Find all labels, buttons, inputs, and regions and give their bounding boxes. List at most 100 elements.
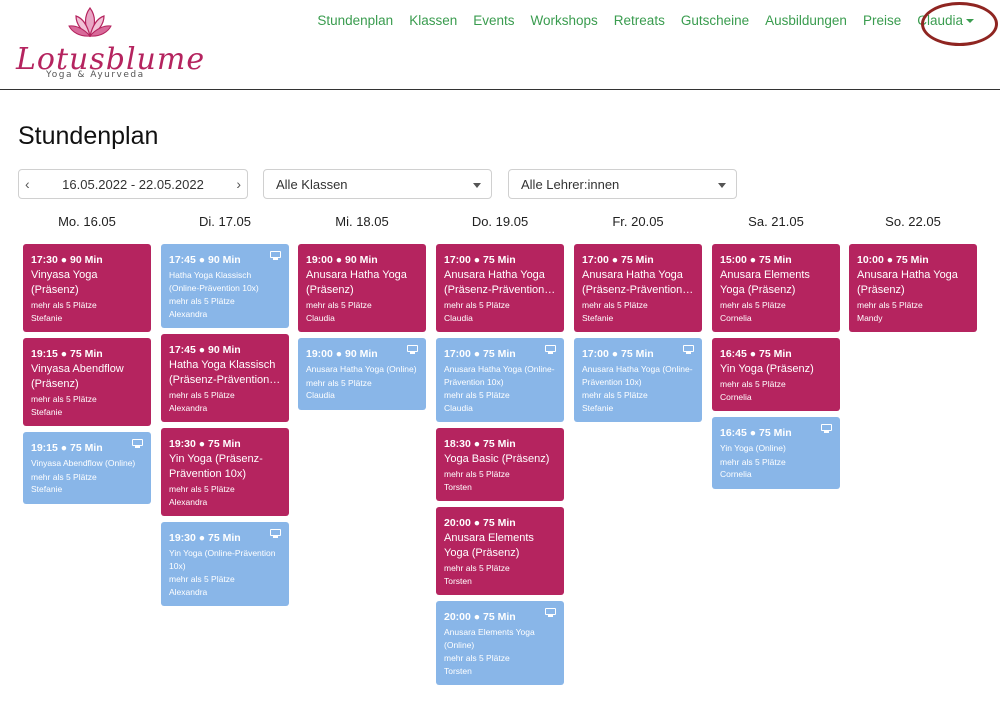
date-range-value: 16.05.2022 - 22.05.2022 xyxy=(62,177,204,192)
nav-gutscheine[interactable]: Gutscheine xyxy=(673,12,757,30)
date-range-picker[interactable]: ‹ 16.05.2022 - 22.05.2022 › xyxy=(18,169,248,199)
class-teacher: Alexandra xyxy=(169,496,208,507)
lotus-icon xyxy=(68,6,112,38)
class-teacher: Claudia xyxy=(444,402,473,413)
class-time: 19:30 ● 75 Min xyxy=(169,532,241,544)
class-name: Vinyasa Abendflow (Präsenz) xyxy=(31,363,124,390)
nav-preise[interactable]: Preise xyxy=(855,12,909,30)
class-name: Vinyasa Yoga (Präsenz) xyxy=(31,269,98,296)
class-teacher: Mandy xyxy=(857,312,883,323)
caret-down-icon xyxy=(473,183,481,188)
nav-events[interactable]: Events xyxy=(465,12,522,30)
class-time: 19:15 ● 75 Min xyxy=(31,348,103,360)
class-card-presence[interactable]: 19:00 ● 90 Min Anusara Hatha Yoga (Präsen… xyxy=(298,244,426,332)
class-card-online[interactable]: 19:00 ● 90 Min Anusara Hatha Yoga (Online… xyxy=(298,338,426,410)
class-slots: mehr als 5 Plätze xyxy=(582,300,648,310)
class-name: Anusara Hatha Yoga (Präsenz-Prävention… xyxy=(582,269,694,296)
class-time: 15:00 ● 75 Min xyxy=(720,254,792,266)
class-card-presence[interactable]: 19:30 ● 75 Min Yin Yoga (Präsenz-Präventi… xyxy=(161,428,289,516)
class-card-presence[interactable]: 10:00 ● 75 Min Anusara Hatha Yoga (Präsen… xyxy=(849,244,977,332)
class-card-presence[interactable]: 16:45 ● 75 Min Yin Yoga (Präsenz) mehr als… xyxy=(712,338,840,411)
class-name: Anusara Elements Yoga (Präsenz) xyxy=(720,269,810,296)
class-teacher: Alexandra xyxy=(169,586,208,597)
class-card-presence[interactable]: 20:00 ● 75 Min Anusara Elements Yoga (Prä… xyxy=(436,507,564,595)
class-slots: mehr als 5 Plätze xyxy=(31,394,97,404)
class-time: 16:45 ● 75 Min xyxy=(720,348,792,360)
class-slots: mehr als 5 Plätze xyxy=(306,300,372,310)
class-time: 17:00 ● 75 Min xyxy=(582,254,654,266)
classes-select[interactable]: Alle Klassen xyxy=(263,169,492,199)
class-time: 20:00 ● 75 Min xyxy=(444,517,516,529)
day-header: So. 22.05 xyxy=(885,214,941,229)
class-teacher: Claudia xyxy=(306,312,335,323)
class-slots: mehr als 5 Plätze xyxy=(31,471,97,482)
class-name: Anusara Hatha Yoga (Online-Prävention 10… xyxy=(444,364,555,387)
monitor-icon xyxy=(270,251,281,260)
class-name: Yin Yoga (Präsenz-Prävention 10x) xyxy=(169,453,263,480)
class-card-presence[interactable]: 19:15 ● 75 Min Vinyasa Abendflow (Präsenz… xyxy=(23,338,151,426)
class-card-online[interactable]: 17:00 ● 75 Min Anusara Hatha Yoga (Online… xyxy=(574,338,702,422)
lotusblume-logo[interactable]: Lotusblume Yoga & Ayurveda xyxy=(16,4,204,84)
class-card-online[interactable]: 20:00 ● 75 Min Anusara Elements Yoga (Onl… xyxy=(436,601,564,685)
nav-stundenplan[interactable]: Stundenplan xyxy=(309,12,401,30)
class-card-presence[interactable]: 17:00 ● 75 Min Anusara Hatha Yoga (Präsen… xyxy=(574,244,702,332)
class-teacher: Torsten xyxy=(444,481,472,492)
class-name: Anusara Hatha Yoga (Präsenz-Prävention… xyxy=(444,269,556,296)
caret-down-icon xyxy=(718,183,726,188)
class-name: Anusara Hatha Yoga (Online-Prävention 10… xyxy=(582,364,693,387)
day-header: Di. 17.05 xyxy=(198,214,252,229)
class-slots: mehr als 5 Plätze xyxy=(857,300,923,310)
class-slots: mehr als 5 Plätze xyxy=(720,379,786,389)
nav-ausbildungen[interactable]: Ausbildungen xyxy=(757,12,855,30)
class-time: 16:45 ● 75 Min xyxy=(720,427,792,439)
class-time: 19:15 ● 75 Min xyxy=(31,442,103,454)
class-teacher: Stefanie xyxy=(582,402,614,413)
class-card-online[interactable]: 16:45 ● 75 Min Yin Yoga (Online) mehr als … xyxy=(712,417,840,489)
nav-workshops[interactable]: Workshops xyxy=(523,12,606,30)
class-card-presence[interactable]: 15:00 ● 75 Min Anusara Elements Yoga (Prä… xyxy=(712,244,840,332)
teachers-select[interactable]: Alle Lehrer:innen xyxy=(508,169,737,199)
class-name: Anusara Hatha Yoga (Präsenz) xyxy=(306,269,407,296)
class-slots: mehr als 5 Plätze xyxy=(444,390,510,400)
day-header: Do. 19.05 xyxy=(471,214,529,229)
day-column: Di. 17.05 17:45 ● 90 Min Hatha Yoga Klassi… xyxy=(161,214,289,612)
nav-klassen[interactable]: Klassen xyxy=(401,12,465,30)
class-card-presence[interactable]: 17:30 ● 90 Min Vinyasa Yoga (Präsenz) mehr… xyxy=(23,244,151,332)
class-teacher: Stefanie xyxy=(31,406,63,417)
class-time: 19:30 ● 75 Min xyxy=(169,438,241,450)
class-card-presence[interactable]: 17:00 ● 75 Min Anusara Hatha Yoga (Präsen… xyxy=(436,244,564,332)
class-teacher: Stefanie xyxy=(582,312,614,323)
day-column: Mo. 16.05 17:30 ● 90 Min Vinyasa Yoga (Prä… xyxy=(23,214,151,510)
day-column: Do. 19.05 17:00 ● 75 Min Anusara Hatha Yog… xyxy=(436,214,564,691)
class-name: Anusara Elements Yoga (Online) xyxy=(444,627,535,650)
class-teacher: Cornelia xyxy=(720,312,752,323)
class-card-online[interactable]: 19:15 ● 75 Min Vinyasa Abendflow (Online)… xyxy=(23,432,151,504)
day-header: Mi. 18.05 xyxy=(335,214,389,229)
class-slots: mehr als 5 Plätze xyxy=(169,484,235,494)
class-name: Yin Yoga (Online-Prävention 10x) xyxy=(169,548,276,571)
monitor-icon xyxy=(545,608,556,617)
day-header: Mo. 16.05 xyxy=(58,214,116,229)
class-teacher: Claudia xyxy=(444,312,473,323)
class-name: Yoga Basic (Präsenz) xyxy=(444,453,550,465)
class-time: 10:00 ● 75 Min xyxy=(857,254,929,266)
class-name: Anusara Elements Yoga (Präsenz) xyxy=(444,532,534,559)
class-teacher: Cornelia xyxy=(720,469,752,479)
monitor-icon xyxy=(683,345,694,354)
monitor-icon xyxy=(270,529,281,538)
class-time: 17:30 ● 90 Min xyxy=(31,254,103,266)
class-card-online[interactable]: 17:00 ● 75 Min Anusara Hatha Yoga (Online… xyxy=(436,338,564,422)
nav-retreats[interactable]: Retreats xyxy=(606,12,673,30)
class-name: Yin Yoga (Online) xyxy=(720,443,786,453)
class-name: Yin Yoga (Präsenz) xyxy=(720,363,814,375)
site-header: Lotusblume Yoga & Ayurveda Stundenplan K… xyxy=(0,0,1000,90)
user-menu-dropdown[interactable]: Claudia xyxy=(909,12,982,30)
brand-tagline: Yoga & Ayurveda xyxy=(46,70,145,80)
class-slots: mehr als 5 Plätze xyxy=(720,456,786,467)
class-time: 18:30 ● 75 Min xyxy=(444,438,516,450)
class-card-presence[interactable]: 17:45 ● 90 Min Hatha Yoga Klassisch (Präs… xyxy=(161,334,289,422)
class-card-online[interactable]: 19:30 ● 75 Min Yin Yoga (Online-Präventio… xyxy=(161,522,289,606)
class-card-online[interactable]: 17:45 ● 90 Min Hatha Yoga Klassisch (Onli… xyxy=(161,244,289,328)
chevron-right-icon[interactable]: › xyxy=(236,176,241,192)
class-card-presence[interactable]: 18:30 ● 75 Min Yoga Basic (Präsenz) mehr a… xyxy=(436,428,564,501)
